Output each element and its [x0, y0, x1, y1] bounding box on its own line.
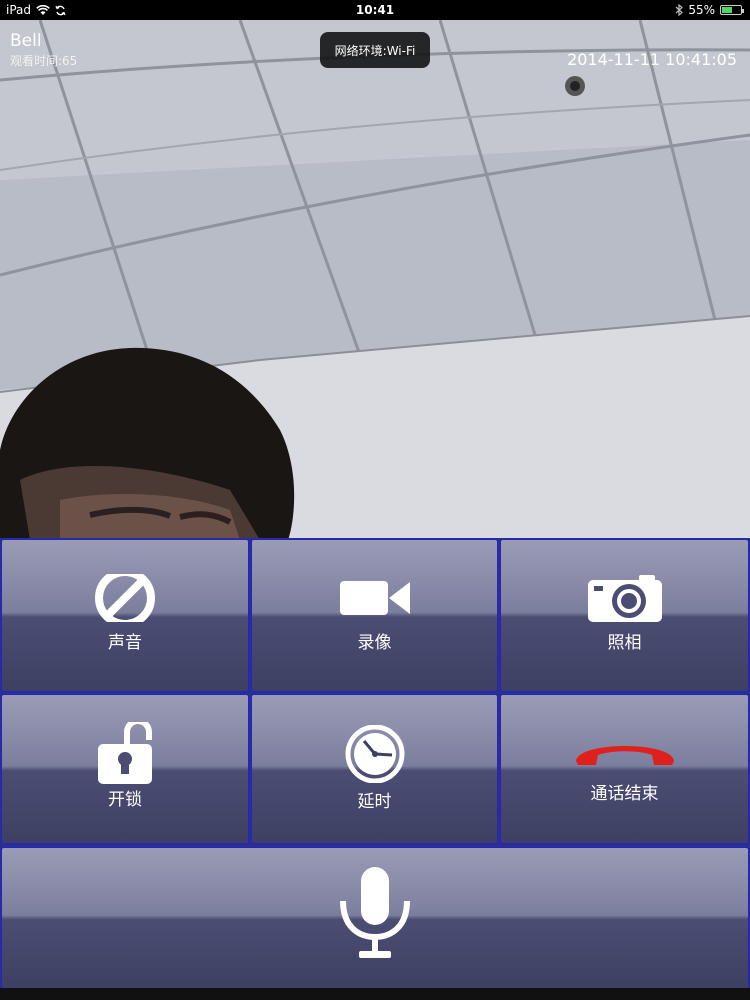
sound-button[interactable]: 声音 [1, 539, 249, 692]
hangup-label: 通话结束 [590, 784, 659, 804]
status-time: 10:41 [355, 3, 395, 17]
photo-label: 照相 [607, 633, 642, 653]
photo-button[interactable]: 照相 [500, 539, 749, 692]
hangup-phone-icon [572, 735, 678, 767]
watch-time-label: 观看时间:65 [10, 54, 78, 68]
control-panel: 声音 录像 照相 开锁 延时 通话结束 [0, 538, 750, 990]
video-camera-icon [339, 574, 411, 622]
bottom-edge [0, 988, 750, 1000]
clock-icon [340, 725, 410, 783]
status-right: 55% [675, 3, 744, 17]
record-button[interactable]: 录像 [251, 539, 498, 692]
video-feed[interactable] [0, 20, 750, 540]
mute-icon [94, 574, 156, 622]
unlock-label: 开锁 [108, 790, 142, 810]
battery-percent: 55% [688, 3, 715, 17]
camera-icon [587, 574, 663, 622]
delay-button[interactable]: 延时 [251, 694, 498, 844]
network-toast: 网络环境:Wi-Fi [320, 32, 430, 68]
delay-label: 延时 [357, 792, 392, 812]
record-label: 录像 [357, 633, 392, 653]
status-bar: iPad 10:41 55% [0, 0, 750, 20]
device-name-label: Bell [10, 31, 42, 51]
talk-button[interactable] [1, 847, 749, 989]
bluetooth-icon [675, 4, 684, 16]
unlock-icon [97, 722, 153, 784]
hangup-button[interactable]: 通话结束 [500, 694, 749, 844]
battery-fill [722, 7, 732, 13]
battery-icon [720, 5, 744, 15]
microphone-icon [337, 864, 413, 960]
unlock-button[interactable]: 开锁 [1, 694, 249, 844]
sound-label: 声音 [108, 633, 142, 653]
datetime-label: 2014-11-11 10:41:05 [567, 50, 737, 69]
video-frame-image [0, 20, 750, 540]
